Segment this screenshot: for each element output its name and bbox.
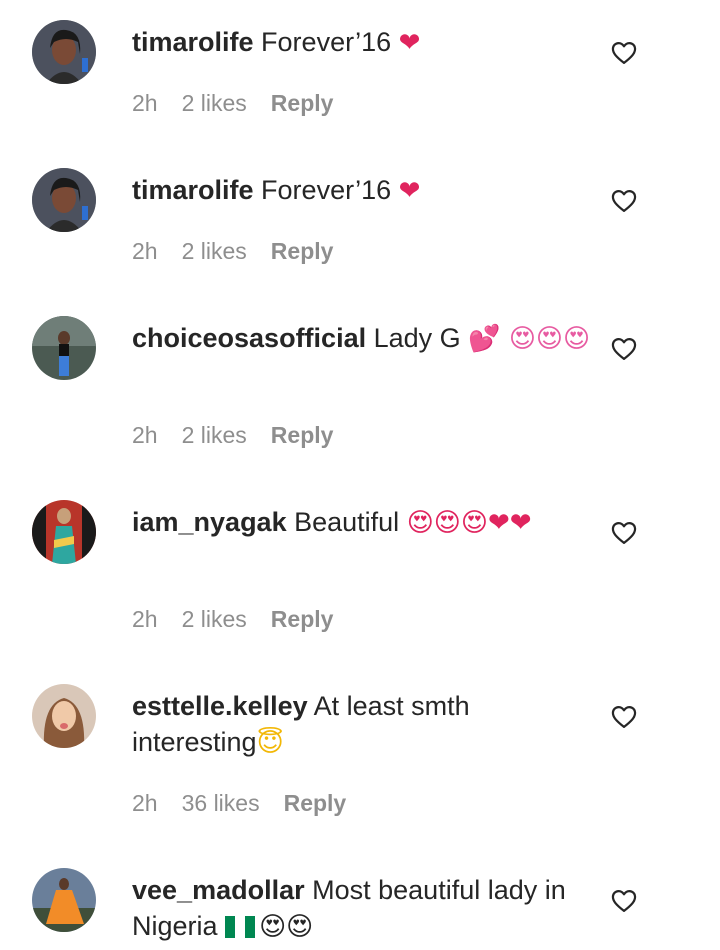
comment-time: 2h — [132, 790, 158, 816]
heart-outline-icon — [611, 189, 637, 212]
comment-meta: 2h 2 likes Reply — [132, 606, 333, 633]
comment-meta: 2h 2 likes Reply — [132, 238, 333, 265]
heart-outline-icon — [611, 889, 637, 912]
comment-username[interactable]: timarolife — [132, 27, 254, 57]
avatar-image — [32, 684, 96, 748]
comment-text: iam_nyagak Beautiful 😍😍😍❤❤ — [132, 504, 592, 541]
like-heart-button[interactable] — [608, 518, 640, 550]
comment-time: 2h — [132, 606, 158, 632]
avatar[interactable] — [32, 168, 96, 232]
avatar[interactable] — [32, 868, 96, 932]
comment-time: 2h — [132, 422, 158, 448]
comment-message: Forever’16 — [261, 175, 392, 205]
like-heart-button[interactable] — [608, 702, 640, 734]
comment-emoji: 😍😍😍❤❤ — [406, 508, 532, 538]
comment-likes[interactable]: 2 likes — [182, 422, 247, 449]
reply-button[interactable]: Reply — [271, 606, 334, 633]
heart-outline-icon — [611, 337, 637, 360]
reply-button[interactable]: Reply — [271, 90, 334, 117]
like-heart-button[interactable] — [608, 38, 640, 70]
comment-text: timarolife Forever’16 ❤ — [132, 172, 592, 209]
comment-likes[interactable]: 2 likes — [182, 90, 247, 117]
comment-username[interactable]: esttelle.kelley — [132, 691, 308, 721]
comment-meta: 2h 2 likes Reply — [132, 422, 333, 449]
comment-text: choiceosasofficial Lady G 💕 😍😍😍 — [132, 320, 592, 357]
avatar-image — [32, 868, 96, 932]
comment-text: vee_madollar Most beautiful lady in Nige… — [132, 872, 592, 945]
comment-time: 2h — [132, 238, 158, 264]
comment-likes[interactable]: 2 likes — [182, 606, 247, 633]
comment-username[interactable]: timarolife — [132, 175, 254, 205]
avatar[interactable] — [32, 500, 96, 564]
heart-outline-icon — [611, 41, 637, 64]
comment-username[interactable]: choiceosasofficial — [132, 323, 366, 353]
comment-emoji: ❤ — [398, 28, 421, 58]
comment-meta: 2h 2 likes Reply — [132, 90, 333, 117]
avatar[interactable] — [32, 20, 96, 84]
comment-message: Beautiful — [294, 507, 400, 537]
comment-username[interactable]: vee_madollar — [132, 875, 305, 905]
comment-emoji: 😍😍 — [259, 912, 314, 942]
comment-emoji: ❤ — [398, 176, 421, 206]
nigeria-flag-icon — [225, 916, 256, 938]
comment-username[interactable]: iam_nyagak — [132, 507, 287, 537]
avatar-image — [32, 500, 96, 564]
comment-emoji: 💕 😍😍😍 — [468, 324, 591, 354]
avatar-image — [32, 316, 96, 380]
comment-meta: 2h 36 likes Reply — [132, 790, 346, 817]
comment-text: timarolife Forever’16 ❤ — [132, 24, 592, 61]
comment-message: Forever’16 — [261, 27, 392, 57]
avatar[interactable] — [32, 684, 96, 748]
heart-outline-icon — [611, 521, 637, 544]
avatar[interactable] — [32, 316, 96, 380]
avatar-image — [32, 20, 96, 84]
like-heart-button[interactable] — [608, 886, 640, 918]
heart-outline-icon — [611, 705, 637, 728]
like-heart-button[interactable] — [608, 334, 640, 366]
comment-time: 2h — [132, 90, 158, 116]
comment-likes[interactable]: 2 likes — [182, 238, 247, 265]
comment-likes[interactable]: 36 likes — [182, 790, 260, 817]
like-heart-button[interactable] — [608, 186, 640, 218]
avatar-image — [32, 168, 96, 232]
comment-message: Lady G — [373, 323, 461, 353]
comment-text: esttelle.kelley At least smth interestin… — [132, 688, 592, 761]
reply-button[interactable]: Reply — [271, 238, 334, 265]
comment-emoji: 😇 — [256, 728, 284, 758]
reply-button[interactable]: Reply — [271, 422, 334, 449]
reply-button[interactable]: Reply — [284, 790, 347, 817]
